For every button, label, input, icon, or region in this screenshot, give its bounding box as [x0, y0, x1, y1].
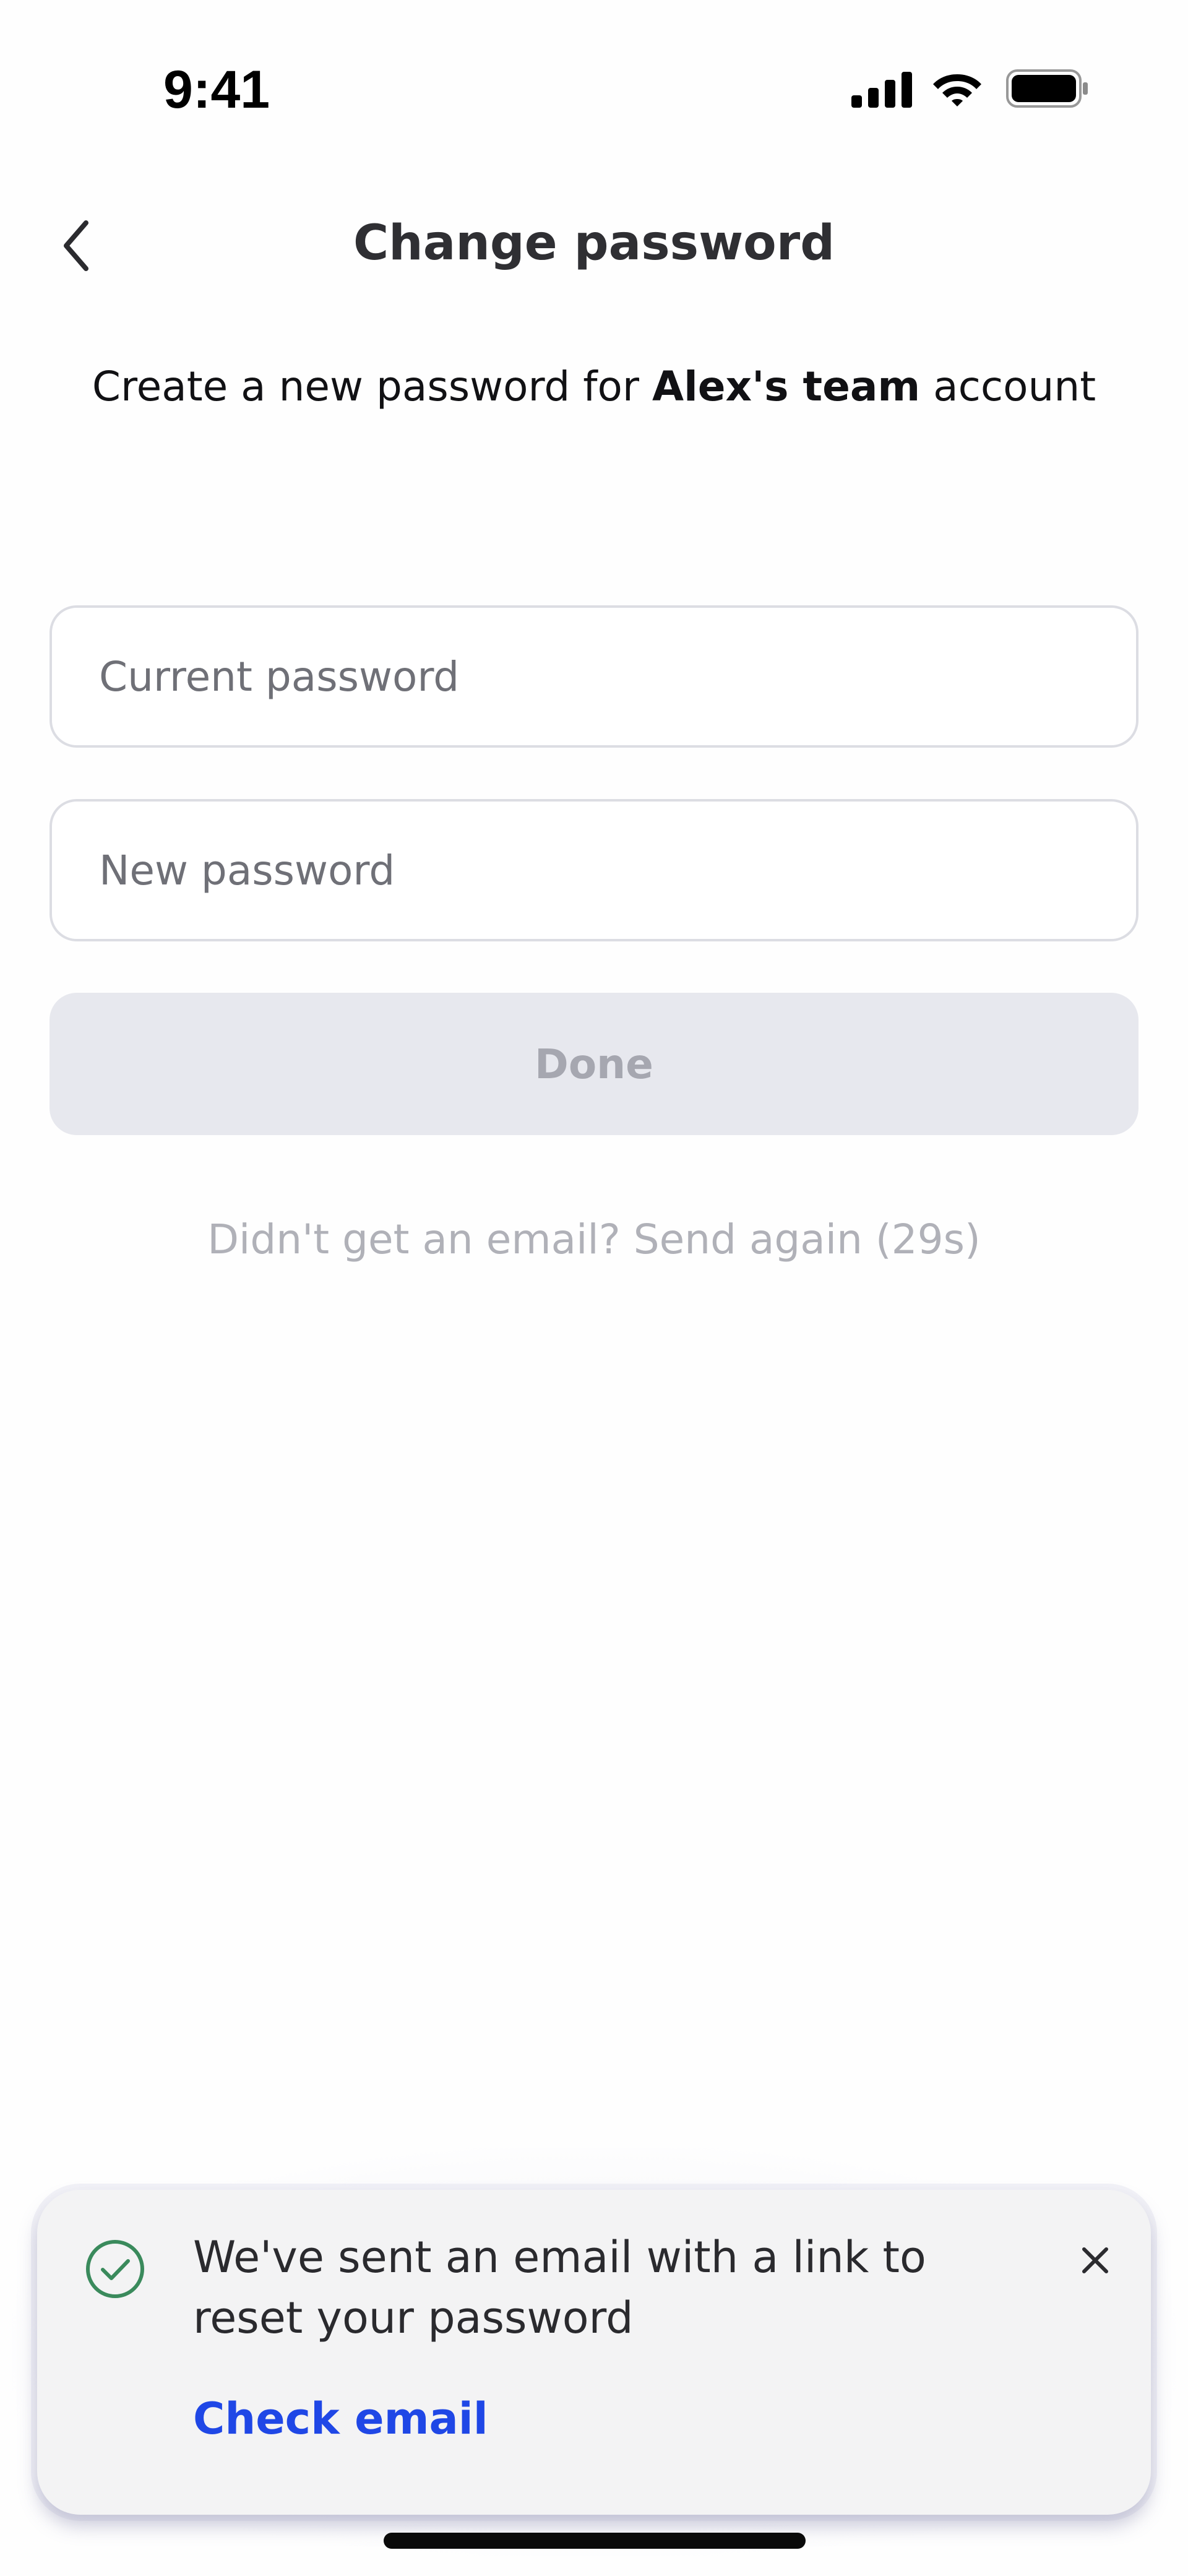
- current-password-input[interactable]: [98, 652, 1136, 701]
- toast-close-button[interactable]: [1064, 2229, 1126, 2291]
- team-name: Alex's team: [652, 363, 921, 410]
- email-sent-toast: We've sent an email with a link to reset…: [37, 2190, 1151, 2515]
- cellular-signal-icon: [851, 72, 912, 108]
- new-password-input[interactable]: [98, 845, 1136, 895]
- battery-icon: [1006, 69, 1088, 108]
- status-icons: [851, 67, 1089, 110]
- wifi-icon: [933, 74, 981, 106]
- subtitle-suffix: account: [920, 363, 1096, 410]
- subtitle-prefix: Create a new password for: [92, 363, 653, 410]
- toast-message: We've sent an email with a link to reset…: [193, 2232, 926, 2343]
- done-button[interactable]: Done: [50, 993, 1138, 1135]
- new-password-field[interactable]: [50, 799, 1138, 941]
- home-indicator: [384, 2533, 806, 2549]
- page-title: Change password: [353, 215, 835, 271]
- check-email-link[interactable]: Check email: [193, 2389, 488, 2448]
- current-password-field[interactable]: [50, 605, 1138, 748]
- check-circle-icon: [86, 2240, 144, 2298]
- resend-email-text: Didn't get an email? Send again (29s): [207, 1216, 981, 1263]
- close-icon: [1082, 2247, 1108, 2273]
- status-time: 9:41: [163, 60, 270, 119]
- page-subtitle: Create a new password for Alex's team ac…: [0, 359, 1188, 415]
